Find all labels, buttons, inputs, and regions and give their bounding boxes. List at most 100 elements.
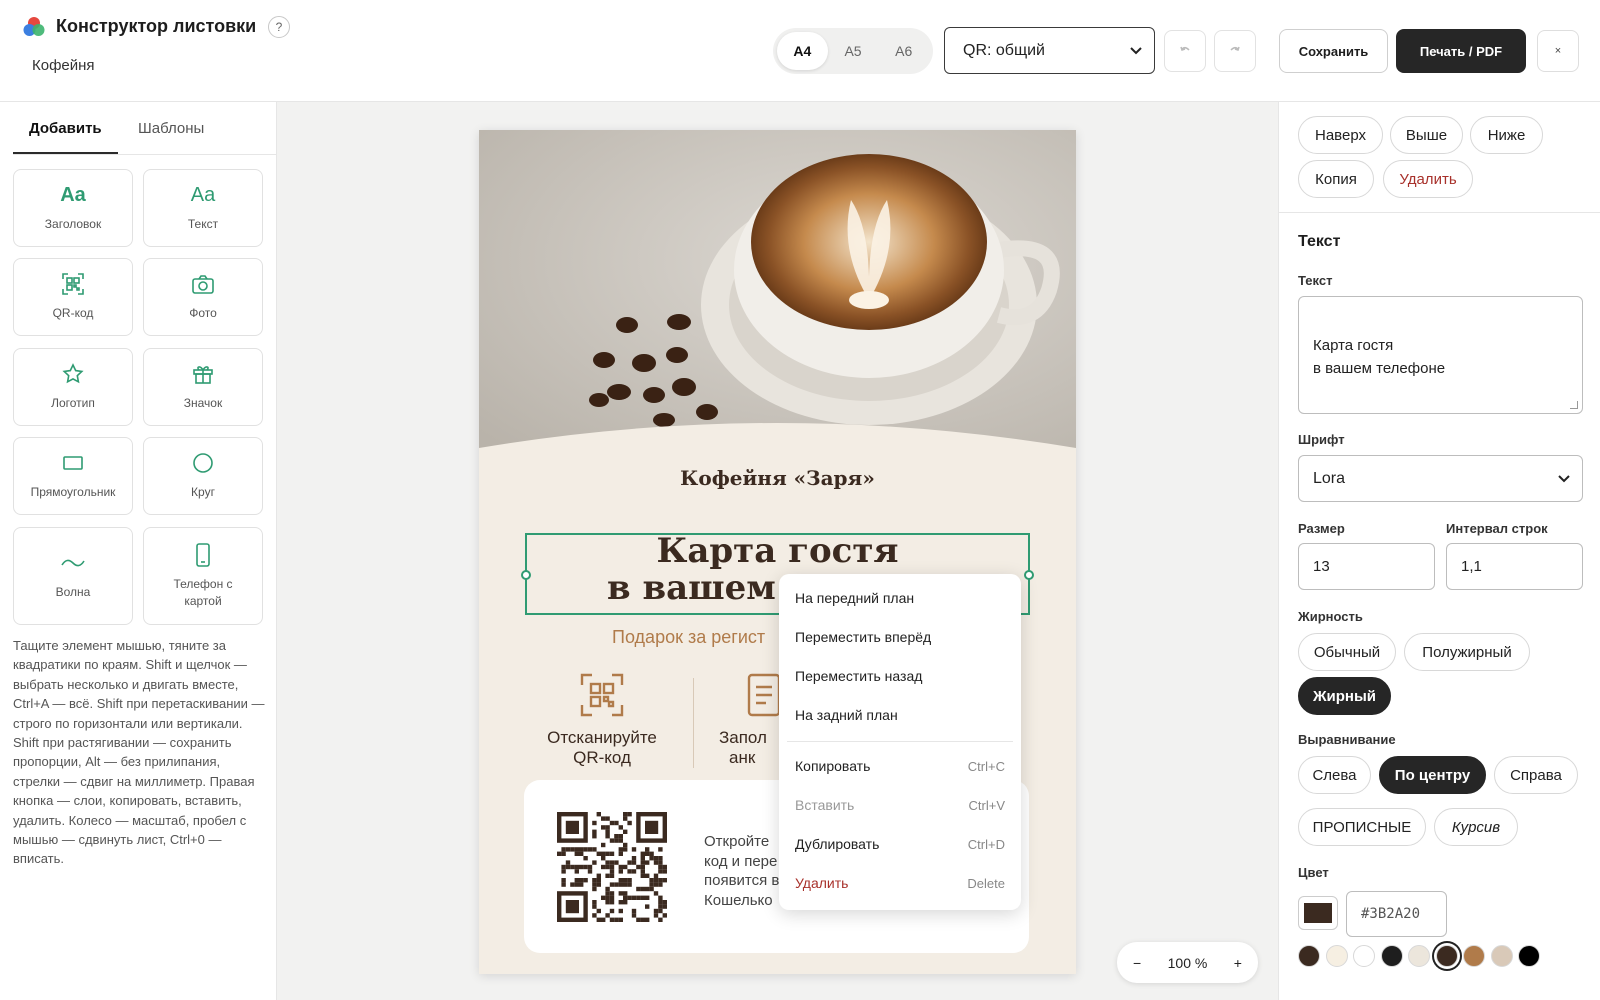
align-label: Выравнивание xyxy=(1298,732,1396,747)
color-swatch[interactable] xyxy=(1298,945,1320,967)
color-swatch[interactable] xyxy=(1490,945,1513,967)
menu-delete[interactable]: Удалить Delete xyxy=(795,870,1005,896)
gift-text-value: Подарок за регист xyxy=(612,627,766,647)
app-title: Конструктор листовки xyxy=(56,16,257,36)
undo-button[interactable] xyxy=(1164,30,1206,72)
circle-icon xyxy=(193,453,213,474)
color-swatch[interactable] xyxy=(1353,945,1375,967)
tile-label: Текст xyxy=(187,217,219,232)
usage-help-text: Тащите элемент мышью, тяните за квадрати… xyxy=(13,638,265,867)
align-center-button[interactable]: По центру xyxy=(1379,756,1486,794)
chevron-down-icon xyxy=(1130,47,1142,55)
size-input[interactable]: 13 xyxy=(1298,543,1435,590)
close-button[interactable]: × xyxy=(1537,30,1579,72)
tile-circle[interactable]: Круг xyxy=(143,437,263,515)
tile-label: Заголовок xyxy=(44,217,102,232)
tile-label: Фото xyxy=(189,306,217,321)
layer-down-button[interactable]: Ниже xyxy=(1470,116,1543,154)
tile-rectangle[interactable]: Прямоугольник xyxy=(13,437,133,515)
tile-label: QR-код xyxy=(52,306,94,321)
color-swatch[interactable] xyxy=(1463,945,1485,967)
format-a5-button[interactable]: A5 xyxy=(828,32,879,70)
chevron-down-icon xyxy=(1558,475,1570,483)
redo-icon xyxy=(1230,46,1240,51)
star-icon xyxy=(62,363,84,384)
app-logo-icon xyxy=(23,17,45,36)
color-swatch[interactable] xyxy=(1435,945,1458,967)
color-swatch[interactable] xyxy=(1408,945,1430,967)
menu-move-backward[interactable]: Переместить назад xyxy=(795,663,1005,689)
text-aa-icon: Aa xyxy=(190,183,216,206)
zoom-level: 100 % xyxy=(1167,954,1208,971)
tile-badge[interactable]: Значок xyxy=(143,348,263,426)
tile-logo[interactable]: Логотип xyxy=(13,348,133,426)
text-label: Текст xyxy=(1298,273,1333,288)
active-tab-indicator xyxy=(13,152,118,154)
phone-icon xyxy=(196,542,210,567)
tile-label: Волна xyxy=(55,585,91,600)
line-spacing-input[interactable]: 1,1 xyxy=(1446,543,1583,590)
copy-layer-button[interactable]: Копия xyxy=(1298,160,1374,198)
color-label: Цвет xyxy=(1298,865,1329,880)
resize-grip-icon[interactable] xyxy=(1570,401,1578,409)
print-pdf-button[interactable]: Печать / PDF xyxy=(1396,29,1526,73)
format-a6-button[interactable]: A6 xyxy=(878,32,929,70)
qr-select[interactable]: QR: общий xyxy=(944,27,1155,74)
tile-photo[interactable]: Фото xyxy=(143,258,263,336)
tile-wave[interactable]: Волна xyxy=(13,527,133,625)
layer-top-button[interactable]: Наверх xyxy=(1298,116,1383,154)
uppercase-toggle[interactable]: ПРОПИСНЫЕ xyxy=(1298,808,1426,846)
font-select[interactable]: Lora xyxy=(1298,455,1583,502)
delete-layer-button[interactable]: Удалить xyxy=(1383,160,1473,198)
qr-scan-icon xyxy=(580,673,624,717)
menu-paste[interactable]: Вставить Ctrl+V xyxy=(795,792,1005,818)
color-hex-input[interactable]: #3B2A20 xyxy=(1346,891,1447,937)
text-input[interactable]: Карта гостя в вашем телефоне xyxy=(1298,296,1583,414)
menu-move-forward[interactable]: Переместить вперёд xyxy=(795,624,1005,650)
menu-copy[interactable]: Копировать Ctrl+C xyxy=(795,753,1005,779)
format-a4-button[interactable]: A4 xyxy=(777,32,828,70)
cafe-name[interactable]: Кофейня «Заря» xyxy=(479,466,1076,490)
tab-templates[interactable]: Шаблоны xyxy=(138,120,204,137)
color-swatch[interactable] xyxy=(1518,945,1540,967)
tab-add[interactable]: Добавить xyxy=(29,120,102,137)
align-left-button[interactable]: Слева xyxy=(1298,756,1371,794)
save-button[interactable]: Сохранить xyxy=(1279,29,1388,73)
redo-button[interactable] xyxy=(1214,30,1256,72)
step-scan[interactable]: Отсканируйте QR-код xyxy=(512,670,692,767)
tile-label: Значок xyxy=(183,396,223,411)
format-switcher: A4 A5 A6 xyxy=(773,28,933,74)
weight-label: Жирность xyxy=(1298,609,1363,624)
qr-code-image[interactable] xyxy=(557,812,667,922)
step-scan-line-1: Отсканируйте xyxy=(547,728,657,747)
zoom-in-button[interactable]: + xyxy=(1234,955,1242,971)
qr-select-value: QR: общий xyxy=(963,41,1045,59)
size-label: Размер xyxy=(1298,521,1345,536)
color-picker[interactable] xyxy=(1298,896,1338,930)
help-button[interactable]: ? xyxy=(268,16,290,38)
font-label: Шрифт xyxy=(1298,432,1345,447)
coffee-photo[interactable] xyxy=(479,130,1076,456)
menu-bring-to-front[interactable]: На передний план xyxy=(795,585,1005,611)
color-swatch[interactable] xyxy=(1325,945,1348,967)
italic-toggle[interactable]: Курсив xyxy=(1434,808,1518,846)
weight-semibold-button[interactable]: Полужирный xyxy=(1404,633,1530,671)
layer-up-button[interactable]: Выше xyxy=(1390,116,1463,154)
left-tabs: Добавить Шаблоны xyxy=(13,102,277,155)
tile-text[interactable]: Aa Текст xyxy=(143,169,263,247)
tile-heading[interactable]: Aa Заголовок xyxy=(13,169,133,247)
menu-send-to-back[interactable]: На задний план xyxy=(795,702,1005,728)
weight-bold-button[interactable]: Жирный xyxy=(1298,677,1391,715)
weight-regular-button[interactable]: Обычный xyxy=(1298,633,1396,671)
section-title: Текст xyxy=(1298,233,1341,250)
menu-duplicate[interactable]: Дублировать Ctrl+D xyxy=(795,831,1005,857)
zoom-out-button[interactable]: − xyxy=(1133,955,1141,971)
align-right-button[interactable]: Справа xyxy=(1494,756,1578,794)
tile-qr[interactable]: QR-код xyxy=(13,258,133,336)
current-color-swatch xyxy=(1304,903,1332,923)
tile-phone-card[interactable]: Телефон с картой xyxy=(143,527,263,625)
text-input-value: Карта гостя в вашем телефоне xyxy=(1313,337,1446,377)
project-name: Кофейня xyxy=(32,57,95,74)
color-swatch[interactable] xyxy=(1380,945,1403,967)
top-bar: Конструктор листовки ? Кофейня A4 A5 A6 … xyxy=(0,0,1600,102)
